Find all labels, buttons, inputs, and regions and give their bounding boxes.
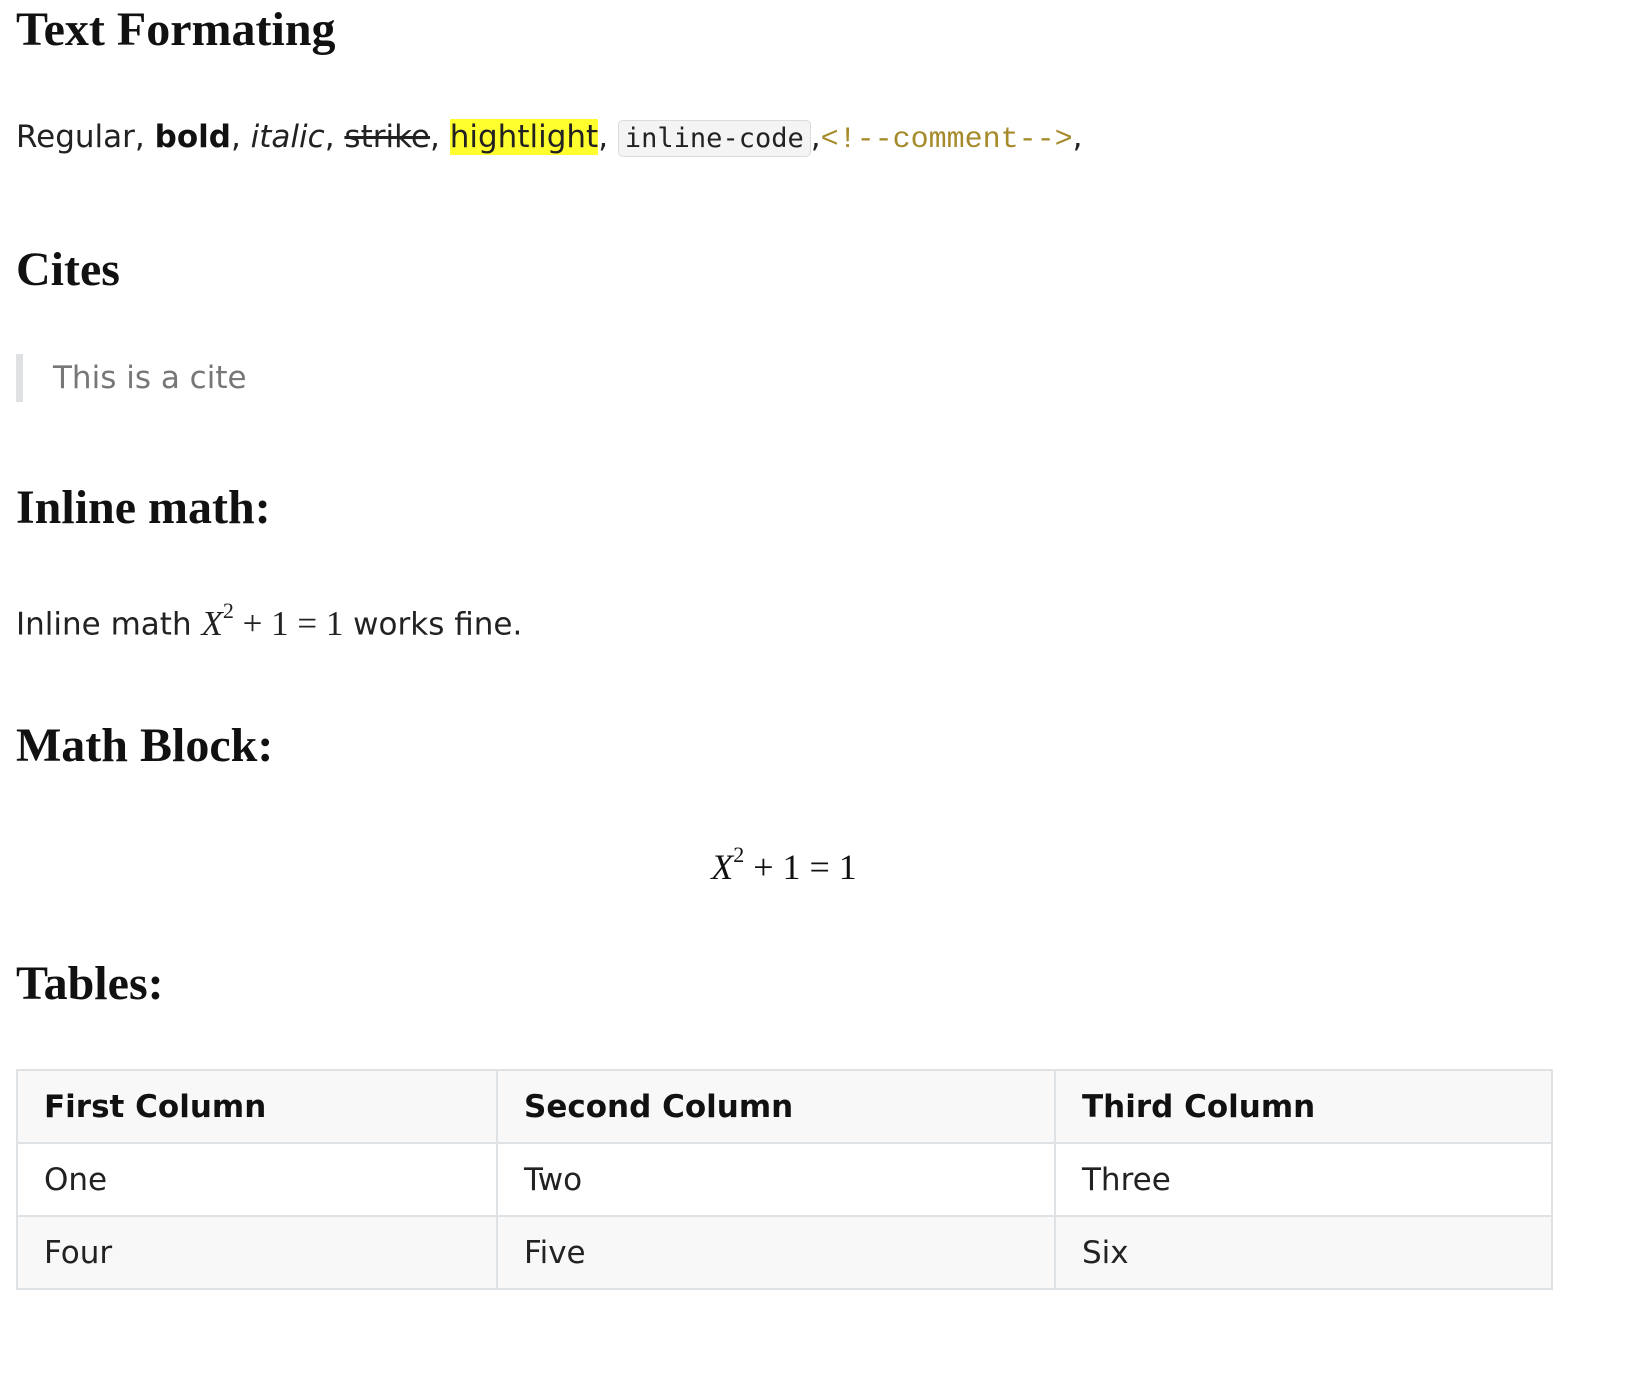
table-cell: Three [1054,1142,1553,1217]
strike-text: strike [344,119,431,155]
heading-tables: Tables: [16,957,164,1010]
table-cell: Two [496,1142,1056,1217]
cite-text: This is a cite [53,360,247,396]
html-comment: <!--comment--> [820,123,1073,157]
formatting-paragraph: Regular, bold, italic, strike, hightligh… [16,119,1083,157]
table-row: One Two Three [16,1142,1553,1217]
data-table: First Column Second Column Third Column … [16,1069,1553,1290]
heading-inline-math: Inline math: [16,481,271,534]
heading-cites: Cites [16,243,120,296]
heading-text-formatting: Text Formating [16,3,336,56]
bold-text: bold [154,119,231,155]
table-header-cell: Third Column [1054,1069,1553,1144]
table-header-cell: Second Column [496,1069,1056,1144]
table-row: Four Five Six [16,1215,1553,1290]
table-cell: Four [16,1215,498,1290]
italic-text: italic [250,119,325,155]
regular-text: Regular [16,119,135,155]
table-cell: Five [496,1215,1056,1290]
math-block-expression: X2 + 1 = 1 [711,842,857,887]
table-header-cell: First Column [16,1069,498,1144]
blockquote: This is a cite [16,354,247,402]
table-cell: One [16,1142,498,1217]
table-header-row: First Column Second Column Third Column [16,1069,1553,1144]
highlight-text: hightlight [449,119,599,155]
inline-math-expression: X2 + 1 = 1 [201,598,344,643]
table-cell: Six [1054,1215,1553,1290]
heading-math-block: Math Block: [16,719,274,772]
inline-code: inline-code [617,120,811,157]
inline-math-paragraph: Inline math X2 + 1 = 1 works fine. [16,598,523,643]
